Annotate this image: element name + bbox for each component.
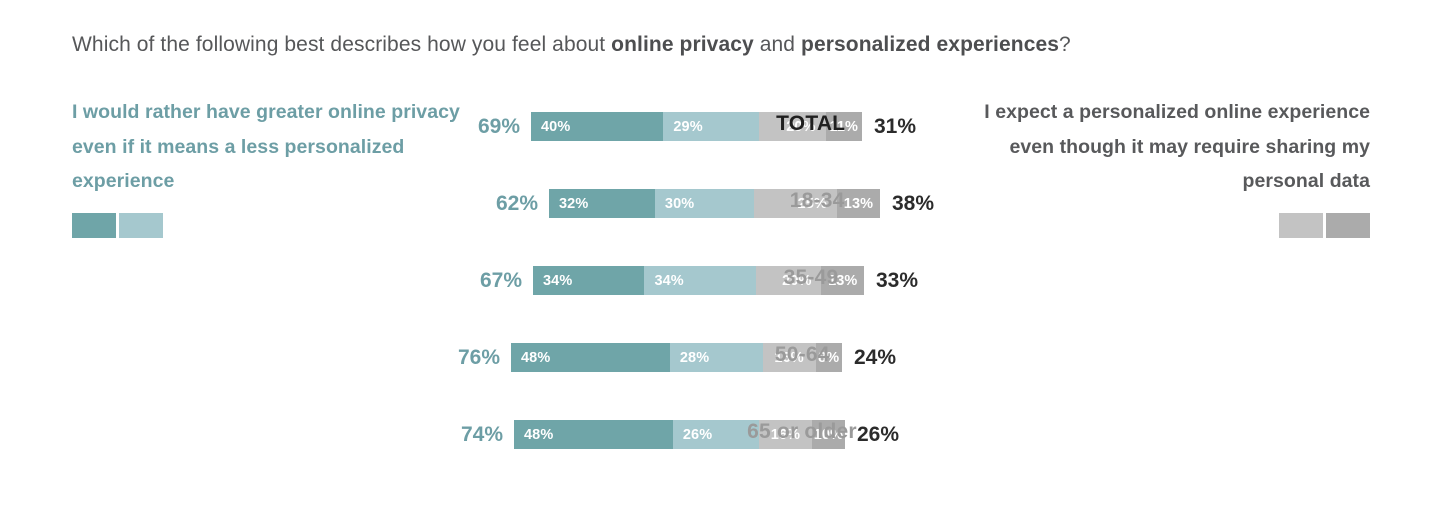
chart-row: 67% 34% 34% 20% 13% 33% 35-49 (0, 266, 1440, 343)
bar-segment-label: 40% (541, 118, 571, 135)
bar-segment-label: 34% (654, 272, 684, 289)
bar-segment: 30% (654, 189, 755, 218)
diverging-stacked-bar-chart: 69% 40% 29% 20% 11% 31% TOTAL 62% 32% 30% 25% 13% 38… (0, 112, 1440, 497)
title-emphasis-online-privacy: online privacy (611, 33, 754, 56)
net-left-label: 67% (479, 269, 522, 292)
bar-segment: 40% (531, 112, 664, 141)
title-text-part-3: ? (1059, 33, 1071, 56)
net-right-label: 24% (854, 346, 897, 369)
bar-segment: 26% (672, 420, 759, 449)
bar-segment-label: 26% (682, 426, 713, 443)
chart-row: 62% 32% 30% 25% 13% 38% 18-34 (0, 189, 1440, 266)
title-text-part-2: and (753, 33, 802, 56)
bar-segment-label: 32% (559, 195, 589, 212)
net-left-label: 76% (457, 346, 500, 369)
bar-segment-label: 48% (524, 426, 554, 443)
title-text-part-1: Which of the following best describes ho… (72, 33, 612, 56)
net-right-label: 31% (874, 115, 917, 138)
chart-row: 76% 48% 28% 16% 8% 24% 50-64 (0, 343, 1440, 420)
category-label: 35-49 (783, 266, 839, 289)
net-right-label: 33% (876, 269, 919, 292)
bar-segment: 34% (644, 266, 756, 295)
net-right-label: 38% (892, 192, 935, 215)
bar-segment-label: 29% (673, 118, 703, 135)
bar-segment: 34% (533, 266, 645, 295)
bar-segment-label: 48% (521, 349, 551, 366)
net-left-label: 69% (477, 115, 520, 138)
category-label: TOTAL (776, 112, 846, 135)
bar-segment: 48% (514, 420, 673, 449)
bar-segment: 28% (669, 343, 763, 372)
net-right-label: 26% (857, 423, 900, 446)
bar-segment-label: 34% (543, 272, 573, 289)
net-left-label: 62% (495, 192, 538, 215)
category-label: 65 or older (747, 420, 857, 443)
category-label: 50-64 (774, 343, 830, 366)
bar-segment-label: 30% (664, 195, 695, 212)
title-emphasis-personalized-experiences: personalized experiences (801, 33, 1060, 56)
bar-segment-label: 13% (843, 195, 874, 212)
bar-segment-label: 28% (679, 349, 710, 366)
bar-segment: 48% (511, 343, 670, 372)
net-left-label: 74% (460, 423, 503, 446)
category-label: 18-34 (789, 189, 845, 212)
chart-row: 69% 40% 29% 20% 11% 31% TOTAL (0, 112, 1440, 189)
bar-segment: 29% (663, 112, 760, 141)
page-title: Which of the following best describes ho… (72, 31, 1071, 59)
bar-segment: 32% (549, 189, 655, 218)
chart-row: 74% 48% 26% 16% 10% 26% 65 or older (0, 420, 1440, 497)
